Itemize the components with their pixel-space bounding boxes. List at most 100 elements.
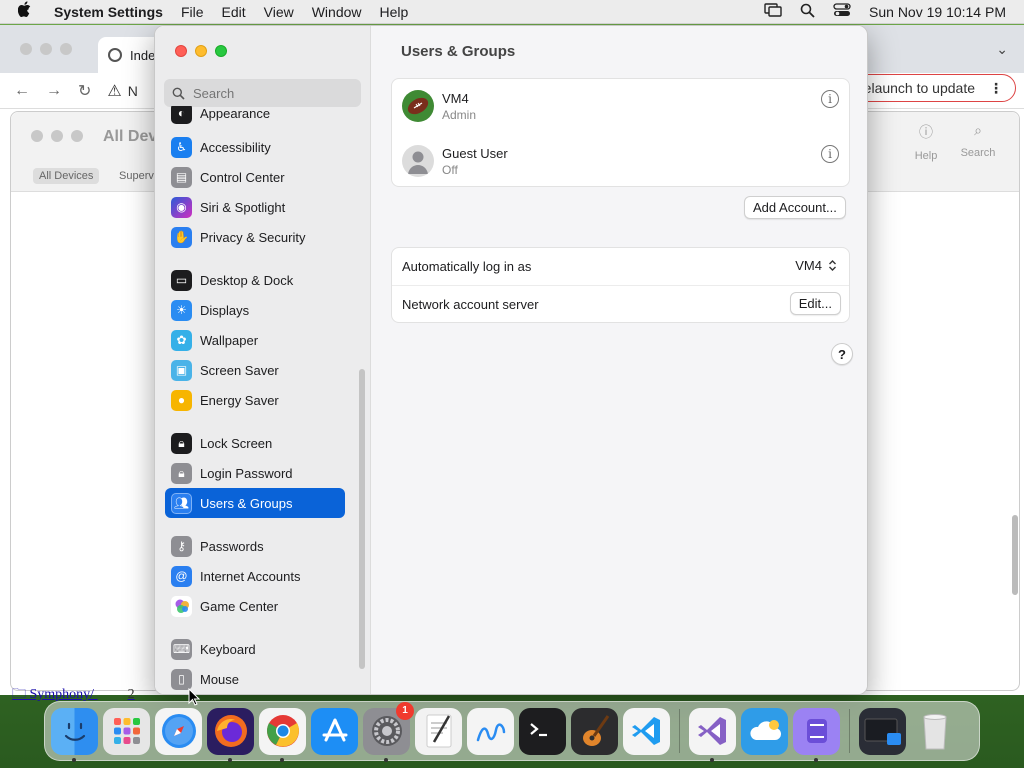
sidebar-item-lock-screen[interactable]: 🔒︎ Lock Screen <box>165 428 345 458</box>
firefox-icon[interactable] <box>207 707 254 762</box>
screen-mirroring-icon[interactable] <box>764 3 782 20</box>
search-icon <box>172 87 185 100</box>
terminal-icon[interactable] <box>519 707 566 755</box>
football-avatar <box>402 90 434 122</box>
dock-icon: ▭ <box>171 269 192 291</box>
address-text[interactable]: N <box>128 83 138 99</box>
info-icon[interactable]: i <box>821 90 839 108</box>
lock-icon: 🔒︎ <box>171 432 192 454</box>
sidebar-item-appearance[interactable]: ◐ Appearance <box>165 106 345 128</box>
browser-scrollbar[interactable] <box>1012 515 1018 595</box>
sidebar-item-accessibility[interactable]: ♿ Accessibility <box>165 132 345 162</box>
network-server-label: Network account server <box>402 296 539 312</box>
wallpaper-icon: ✿ <box>171 329 192 351</box>
launchpad-icon[interactable] <box>103 707 150 755</box>
system-settings-icon[interactable]: 1 <box>363 701 414 762</box>
chrome-icon[interactable] <box>259 707 306 762</box>
add-account-button[interactable]: Add Account... <box>744 196 846 219</box>
control-center-toggle-icon[interactable] <box>833 3 851 20</box>
clock[interactable]: Sun Nov 19 10:14 PM <box>869 4 1006 20</box>
vscode-icon[interactable] <box>623 707 670 755</box>
sidebar-item-label: Privacy & Security <box>200 229 306 245</box>
sidebar-item-wallpaper[interactable]: ✿ Wallpaper <box>165 325 345 355</box>
close-button[interactable] <box>175 45 187 57</box>
freeform-icon[interactable] <box>467 707 514 755</box>
apple-menu-icon[interactable] <box>17 1 42 22</box>
menu-help[interactable]: Help <box>380 4 409 20</box>
visual-studio-icon[interactable] <box>689 707 736 762</box>
screenshot-icon[interactable] <box>859 707 906 755</box>
garageband-icon[interactable] <box>571 707 618 755</box>
menu-file[interactable]: File <box>181 4 204 20</box>
search-toolbar-button[interactable]: ⌕ Search <box>953 122 1003 159</box>
auto-login-select[interactable]: VM4 <box>795 258 837 273</box>
sidebar-item-label: Mouse <box>200 671 240 687</box>
menu-app-name[interactable]: System Settings <box>54 4 163 20</box>
minimize-button[interactable] <box>195 45 207 57</box>
reload-icon[interactable]: ↻ <box>78 81 91 101</box>
all-devices-tab[interactable]: All Devices <box>33 168 100 184</box>
sidebar-item-displays[interactable]: ☀ Displays <box>165 295 345 325</box>
supervised-tab[interactable]: Superv <box>119 170 154 182</box>
appearance-icon: ◐ <box>171 106 192 124</box>
user-role: Admin <box>442 108 477 122</box>
menu-view[interactable]: View <box>264 4 294 20</box>
user-row-vm4[interactable]: VM4 Admin i <box>392 79 849 134</box>
symphony-link-text: Symphony/ <box>29 687 95 702</box>
running-indicator <box>814 757 818 762</box>
chevron-updown-icon <box>829 260 836 271</box>
sidebar-item-internet-accounts[interactable]: @ Internet Accounts <box>165 561 345 591</box>
trash-icon[interactable] <box>911 708 958 755</box>
sidebar-item-siri-spotlight[interactable]: ◉ Siri & Spotlight <box>165 192 345 222</box>
edit-button[interactable]: Edit... <box>789 292 841 315</box>
sidebar-item-game-center[interactable]: Game Center <box>165 591 345 621</box>
running-indicator <box>228 757 232 762</box>
menu-window[interactable]: Window <box>312 4 362 20</box>
sidebar-item-users-groups[interactable]: 👥︎ Users & Groups <box>165 488 345 518</box>
sidebar-item-control-center[interactable]: ▤ Control Center <box>165 162 345 192</box>
zoom-button[interactable] <box>215 45 227 57</box>
spotlight-search-icon[interactable] <box>800 3 815 21</box>
more-options-icon[interactable]: ⋮ <box>989 80 1003 97</box>
sidebar-search[interactable] <box>164 79 361 107</box>
sidebar-item-privacy-security[interactable]: ✋ Privacy & Security <box>165 222 345 252</box>
globe-icon <box>108 48 122 62</box>
sidebar-item-energy-saver[interactable]: ● Energy Saver <box>165 385 345 415</box>
auto-login-label: Automatically log in as <box>402 259 532 274</box>
sidebar-item-label: Login Password <box>200 465 293 481</box>
icloud-icon[interactable] <box>741 707 788 755</box>
podman-icon[interactable] <box>793 707 840 762</box>
app-store-icon[interactable] <box>311 707 358 755</box>
search-toolbar-label: Search <box>960 147 996 159</box>
sidebar-item-label: Control Center <box>200 169 285 185</box>
finder-icon[interactable] <box>51 707 98 762</box>
symphony-link-extra: 2 <box>127 687 135 702</box>
forward-arrow-icon[interactable]: → <box>46 82 62 100</box>
safari-icon[interactable] <box>155 707 202 755</box>
help-toolbar-button[interactable]: ⓘ Help <box>901 122 951 162</box>
textedit-icon[interactable] <box>415 707 462 755</box>
tab-list-chevron-icon[interactable]: ⌄ <box>996 41 1008 58</box>
sidebar-scrollbar[interactable] <box>359 369 365 669</box>
sidebar-item-desktop-dock[interactable]: ▭ Desktop & Dock <box>165 265 345 295</box>
running-indicator <box>280 757 284 762</box>
sidebar-item-login-password[interactable]: 🔒︎ Login Password <box>165 458 345 488</box>
sidebar-item-screen-saver[interactable]: ▣ Screen Saver <box>165 355 345 385</box>
info-icon[interactable]: i <box>821 145 839 163</box>
login-lock-icon: 🔒︎ <box>171 462 192 484</box>
menu-edit[interactable]: Edit <box>222 4 246 20</box>
sidebar-item-passwords[interactable]: ⚷ Passwords <box>165 531 345 561</box>
sidebar-item-label: Displays <box>200 302 250 318</box>
sidebar-item-label: Keyboard <box>200 641 256 657</box>
sidebar-item-keyboard[interactable]: ⌨ Keyboard <box>165 634 345 664</box>
user-row-guest[interactable]: Guest User Off i <box>392 134 849 189</box>
user-name: Guest User <box>442 146 508 161</box>
sidebar-item-label: Passwords <box>200 538 264 554</box>
user-name: VM4 <box>442 91 469 106</box>
back-arrow-icon[interactable]: ← <box>14 82 30 100</box>
menu-bar: System Settings File Edit View Window He… <box>0 0 1024 24</box>
sidebar-item-label: Wallpaper <box>200 332 259 348</box>
key-icon: ⚷ <box>171 535 192 557</box>
search-input[interactable] <box>193 85 343 101</box>
help-button[interactable]: ? <box>831 343 853 365</box>
